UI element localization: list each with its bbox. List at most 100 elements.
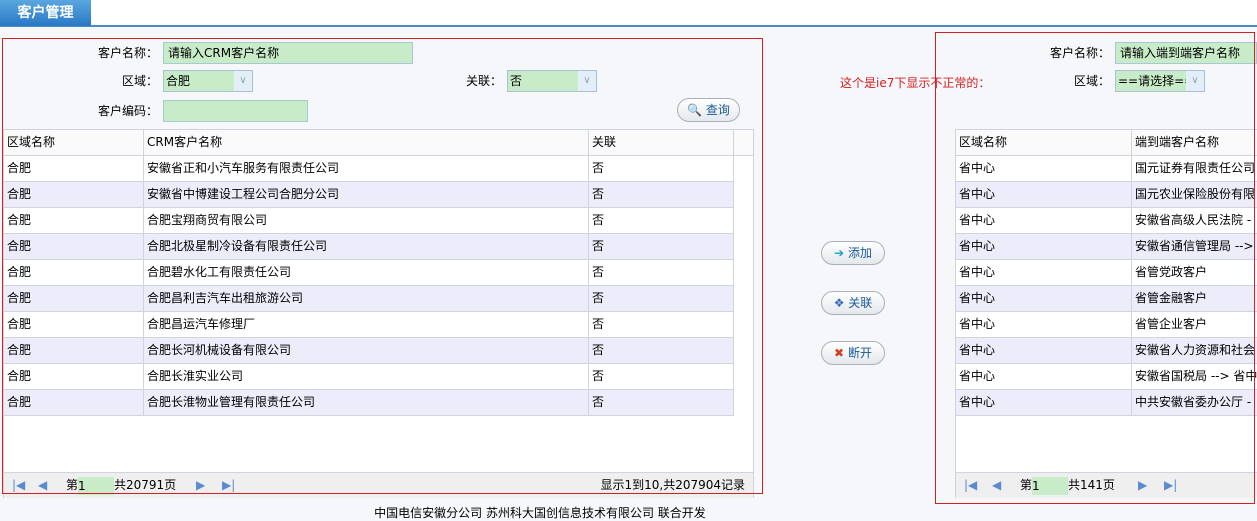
prev-page-icon[interactable]: ◀ <box>992 473 1001 498</box>
cell-link: 否 <box>589 312 734 338</box>
cell-crm-name: 安徽省中博建设工程公司合肥分公司 <box>144 182 589 208</box>
page-input[interactable]: 1 <box>78 476 115 495</box>
table-row[interactable]: 省中心 省管企业客户 <box>956 312 1257 338</box>
table-row[interactable]: 省中心 中共安徽省委办公厅 - <box>956 390 1257 416</box>
column-header-region[interactable]: 区域名称 <box>4 130 144 156</box>
table-row[interactable]: 省中心 安徽省高级人民法院 - <box>956 208 1257 234</box>
link-button-label: 关联 <box>848 296 873 310</box>
cell-e2e-name: 省管金融客户 <box>1132 286 1257 312</box>
cell-e2e-name: 国元证券有限责任公司 <box>1132 156 1257 182</box>
cell-link: 否 <box>589 260 734 286</box>
page-input[interactable]: 1 <box>1032 476 1069 495</box>
table-row[interactable]: 省中心 安徽省国税局 --> 省中 <box>956 364 1257 390</box>
table-row[interactable]: 合肥 合肥昌利吉汽车出租旅游公司否 <box>4 286 734 312</box>
table-row[interactable]: 合肥 合肥北极星制冷设备有限责任公司否 <box>4 234 734 260</box>
cell-crm-name: 合肥宝翔商贸有限公司 <box>144 208 589 234</box>
table-row[interactable]: 合肥 合肥碧水化工有限责任公司否 <box>4 260 734 286</box>
crm-name-input[interactable]: 请输入CRM客户名称 <box>163 42 413 64</box>
disconnect-icon: ✖ <box>834 346 845 360</box>
total-pages: 共20791页 <box>114 478 177 492</box>
e2e-region-select[interactable]: ==请选择== ∨ <box>1115 70 1205 92</box>
cell-crm-name: 合肥长淮物业管理有限责任公司 <box>144 390 589 416</box>
first-page-icon[interactable]: |◀ <box>12 473 25 498</box>
cell-link: 否 <box>589 286 734 312</box>
last-page-icon[interactable]: ▶| <box>1164 473 1177 498</box>
cell-crm-name: 安徽省正和小汽车服务有限责任公司 <box>144 156 589 182</box>
cell-region: 合肥 <box>4 208 144 234</box>
ie7-note: 这个是ie7下显示不正常的： <box>840 76 991 90</box>
link-select[interactable]: 否 ∨ <box>507 70 597 92</box>
e2e-region-label: 区域： <box>1073 74 1110 88</box>
cell-crm-name: 合肥昌运汽车修理厂 <box>144 312 589 338</box>
unlink-label: 断开 <box>847 346 872 360</box>
column-header-region[interactable]: 区域名称 <box>956 130 1132 156</box>
next-page-icon[interactable]: ▶ <box>196 473 205 498</box>
grid-header: 区域名称 端到端客户名称 <box>956 130 1257 156</box>
customer-code-input[interactable] <box>163 100 308 122</box>
table-row[interactable]: 省中心 国元农业保险股份有限 <box>956 182 1257 208</box>
cell-link: 否 <box>589 156 734 182</box>
page-prefix: 第 <box>1020 478 1033 492</box>
cell-region: 省中心 <box>956 260 1132 286</box>
cell-e2e-name: 国元农业保险股份有限 <box>1132 182 1257 208</box>
search-icon: 🔍 <box>687 103 703 117</box>
column-header-link[interactable]: 关联 <box>589 130 734 156</box>
cell-region: 合肥 <box>4 390 144 416</box>
cell-region: 省中心 <box>956 156 1132 182</box>
cell-region: 省中心 <box>956 234 1132 260</box>
cell-region: 合肥 <box>4 234 144 260</box>
table-row[interactable]: 合肥 合肥宝翔商贸有限公司否 <box>4 208 734 234</box>
query-button[interactable]: 🔍 查询 <box>677 98 740 122</box>
link-button[interactable]: ❖ 关联 <box>821 291 885 315</box>
table-row[interactable]: 省中心 省管金融客户 <box>956 286 1257 312</box>
e2e-region-value: ==请选择== <box>1118 74 1195 88</box>
crm-customer-grid: 区域名称 CRM客户名称 关联 |◀ ◀ 第1 共20791页 ▶ ▶| 显示1到… <box>3 129 754 498</box>
connect-icon: ❖ <box>833 296 845 310</box>
table-row[interactable]: 合肥 安徽省中博建设工程公司合肥分公司否 <box>4 182 734 208</box>
table-row[interactable]: 合肥 合肥长淮实业公司否 <box>4 364 734 390</box>
table-row[interactable]: 省中心 省管党政客户 <box>956 260 1257 286</box>
region-value: 合肥 <box>166 74 191 88</box>
cell-region: 合肥 <box>4 182 144 208</box>
table-row[interactable]: 合肥 合肥昌运汽车修理厂否 <box>4 312 734 338</box>
column-header-crm-name[interactable]: CRM客户名称 <box>144 130 589 156</box>
last-page-icon[interactable]: ▶| <box>222 473 235 498</box>
table-row[interactable]: 省中心 安徽省通信管理局 --> <box>956 234 1257 260</box>
prev-page-icon[interactable]: ◀ <box>38 473 47 498</box>
footer-credit: 中国电信安徽分公司 苏州科大国创信息技术有限公司 联合开发 <box>374 506 706 520</box>
table-row[interactable]: 合肥 安徽省正和小汽车服务有限责任公司否 <box>4 156 734 182</box>
tab-customer-management[interactable]: 客户管理 <box>0 0 91 26</box>
link-label: 关联： <box>465 74 502 88</box>
link-value: 否 <box>510 74 523 88</box>
cell-e2e-name: 安徽省国税局 --> 省中 <box>1132 364 1257 390</box>
cell-link: 否 <box>589 234 734 260</box>
cell-link: 否 <box>589 364 734 390</box>
cell-e2e-name: 省管企业客户 <box>1132 312 1257 338</box>
cell-region: 省中心 <box>956 312 1132 338</box>
chevron-down-icon: ∨ <box>1186 71 1204 91</box>
e2e-customer-grid: 区域名称 端到端客户名称 |◀ ◀ 第1 共141页 ▶ ▶| 省中心 国元证券有限… <box>955 129 1257 498</box>
cell-crm-name: 合肥碧水化工有限责任公司 <box>144 260 589 286</box>
add-button[interactable]: ➔ 添加 <box>821 241 885 265</box>
cell-link: 否 <box>589 390 734 416</box>
table-row[interactable]: 合肥 合肥长河机械设备有限公司否 <box>4 338 734 364</box>
cell-crm-name: 合肥昌利吉汽车出租旅游公司 <box>144 286 589 312</box>
cell-e2e-name: 安徽省高级人民法院 - <box>1132 208 1257 234</box>
cell-e2e-name: 中共安徽省委办公厅 - <box>1132 390 1257 416</box>
cell-crm-name: 合肥长河机械设备有限公司 <box>144 338 589 364</box>
region-select[interactable]: 合肥 ∨ <box>163 70 253 92</box>
arrow-right-icon: ➔ <box>834 246 845 260</box>
cell-region: 省中心 <box>956 390 1132 416</box>
cell-link: 否 <box>589 182 734 208</box>
e2e-name-input[interactable]: 请输入端到端客户名称 <box>1115 42 1257 64</box>
column-header-e2e-name[interactable]: 端到端客户名称 <box>1132 130 1257 156</box>
table-row[interactable]: 合肥 合肥长淮物业管理有限责任公司否 <box>4 390 734 416</box>
query-label: 查询 <box>705 103 730 117</box>
first-page-icon[interactable]: |◀ <box>964 473 977 498</box>
unlink-button[interactable]: ✖ 断开 <box>821 341 885 365</box>
next-page-icon[interactable]: ▶ <box>1138 473 1147 498</box>
grid-header: 区域名称 CRM客户名称 关联 <box>4 130 753 156</box>
add-label: 添加 <box>847 246 872 260</box>
table-row[interactable]: 省中心 安徽省人力资源和社会 <box>956 338 1257 364</box>
table-row[interactable]: 省中心 国元证券有限责任公司 <box>956 156 1257 182</box>
